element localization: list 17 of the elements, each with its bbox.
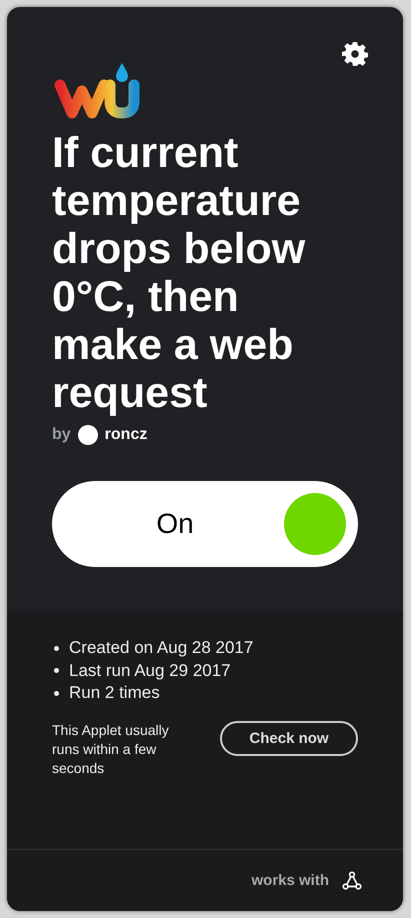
on-off-toggle[interactable]: On [52, 481, 358, 567]
bullet-icon [54, 646, 59, 651]
settings-icon[interactable] [342, 41, 368, 67]
check-now-button[interactable]: Check now [220, 720, 358, 756]
run-note: This Applet usually runs within a few seconds [52, 720, 170, 778]
applet-title: If current temperature drops below 0°C, then make a web request [52, 129, 306, 417]
stat-item: Run 2 times [69, 682, 160, 704]
author-name[interactable]: roncz [104, 426, 148, 444]
logo-icon [52, 61, 142, 121]
by-label: by [52, 426, 71, 444]
stat-item: Last run Aug 29 2017 [69, 660, 231, 682]
webhook-icon [341, 870, 363, 892]
bullet-icon [54, 668, 59, 674]
bullet-icon [54, 690, 59, 696]
stat-item: Created on Aug 28 2017 [69, 637, 254, 659]
works-with-label: works with [251, 872, 329, 889]
avatar-icon [78, 425, 98, 445]
